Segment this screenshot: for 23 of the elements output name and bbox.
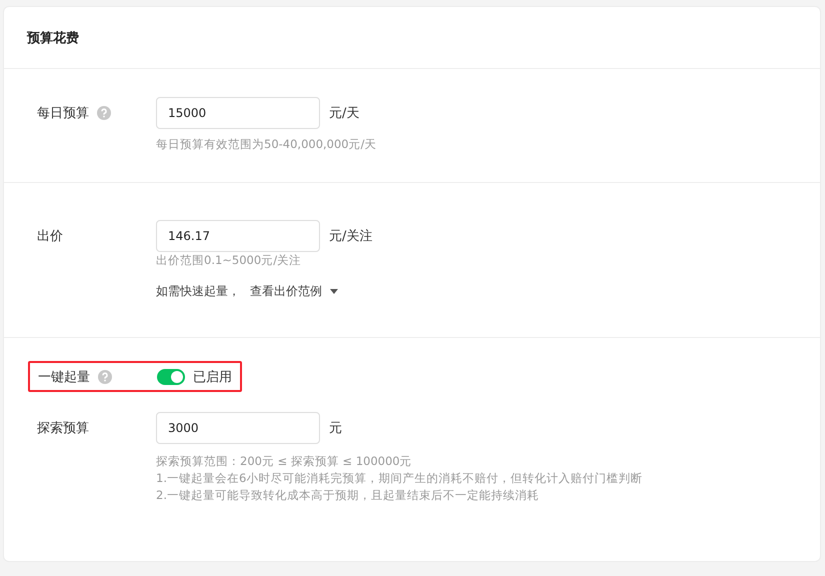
note-text: 探索预算范围：200元 ≤ 探索预算 ≤ 100000元 bbox=[156, 453, 413, 470]
tip-text: 如需快速起量， bbox=[156, 283, 240, 300]
bid-examples-dropdown[interactable]: 查看出价范例 bbox=[240, 283, 338, 300]
input-field[interactable]: 146.17 bbox=[156, 220, 320, 252]
field-label: 出价 bbox=[37, 228, 63, 245]
input-field[interactable]: 15000 bbox=[156, 97, 320, 129]
unit-label: 元 bbox=[329, 420, 342, 437]
help-icon[interactable] bbox=[98, 370, 112, 384]
input-field[interactable]: 3000 bbox=[156, 412, 320, 444]
field-label: 每日预算 bbox=[37, 105, 89, 122]
unit-label: 元/关注 bbox=[329, 228, 372, 245]
hint-text: 每日预算有效范围为50-40,000,000元/天 bbox=[156, 136, 377, 153]
toggle-switch[interactable] bbox=[157, 368, 185, 384]
unit-label: 元/天 bbox=[329, 105, 360, 122]
field-label: 探索预算 bbox=[37, 420, 89, 437]
caret-icon bbox=[330, 289, 338, 294]
status-label: 已启用 bbox=[193, 368, 232, 386]
help-icon[interactable] bbox=[97, 106, 111, 120]
note-text: 2.一键起量可能导致转化成本高于预期，且起量结束后不一定能持续消耗 bbox=[156, 487, 540, 504]
field-label: 一键起量 bbox=[38, 368, 90, 386]
section-title: 预算花费 bbox=[27, 30, 79, 46]
note-text: 1.一键起量会在6小时尽可能消耗完预算，期间产生的消耗不赔付，但转化计入赔付门槛判断 bbox=[156, 470, 642, 487]
hint-text: 出价范围0.1~5000元/关注 bbox=[156, 252, 302, 269]
